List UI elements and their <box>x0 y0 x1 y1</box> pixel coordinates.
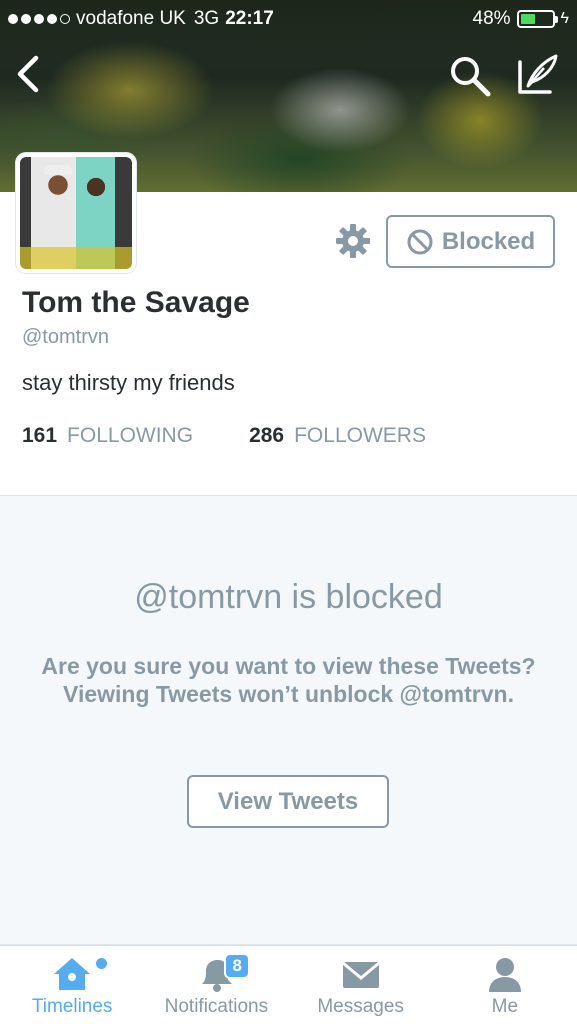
blocked-notice-panel: @tomtrvn is blocked Are you sure you wan… <box>0 495 577 945</box>
battery-percent: 48% <box>472 8 511 29</box>
person-icon <box>488 958 521 992</box>
unread-dot <box>96 958 107 969</box>
battery-icon <box>516 10 558 28</box>
tab-messages[interactable]: Messages <box>289 946 433 1024</box>
blocked-button[interactable]: Blocked <box>386 215 555 268</box>
clock: 22:17 <box>225 8 274 29</box>
tab-label: Timelines <box>31 996 113 1017</box>
blocked-button-label: Blocked <box>441 227 536 255</box>
search-icon[interactable] <box>448 54 492 98</box>
tab-label: Notifications <box>164 996 269 1017</box>
carrier-name: vodafone UK <box>76 8 186 29</box>
compose-icon[interactable] <box>514 52 560 98</box>
tab-notifications[interactable]: 8 Notifications <box>144 946 288 1024</box>
followers-label: FOLLOWERS <box>294 424 426 447</box>
home-icon <box>54 958 91 990</box>
avatar-photo <box>20 157 132 269</box>
charging-icon: ϟ <box>560 10 569 27</box>
notification-badge: 8 <box>224 953 251 979</box>
avatar[interactable] <box>16 153 136 273</box>
tab-label: Messages <box>317 996 404 1017</box>
signal-strength-icon <box>8 14 70 24</box>
following-count: 161 <box>22 424 58 447</box>
followers-stat[interactable]: 286 FOLLOWERS <box>249 424 426 448</box>
tab-label: Me <box>491 996 519 1017</box>
blocked-message: Are you sure you want to view these Twee… <box>41 653 536 707</box>
network-type: 3G <box>193 8 220 29</box>
block-icon <box>407 229 433 254</box>
tab-me[interactable]: Me <box>433 946 577 1024</box>
profile-stats: 161 FOLLOWING 286 FOLLOWERS <box>22 424 426 448</box>
following-stat[interactable]: 161 FOLLOWING <box>22 424 193 448</box>
blocked-title: @tomtrvn is blocked <box>134 578 443 616</box>
back-icon[interactable] <box>12 54 46 94</box>
tab-bar: Timelines 8 Notifications Messages Me <box>0 945 577 1024</box>
envelope-icon <box>341 961 380 988</box>
status-bar: vodafone UK 3G 22:17 48% ϟ <box>0 0 577 38</box>
profile-name: Tom the Savage <box>22 286 250 319</box>
profile-bio: stay thirsty my friends <box>22 370 235 395</box>
profile-handle: @tomtrvn <box>22 326 109 348</box>
following-label: FOLLOWING <box>67 424 194 447</box>
followers-count: 286 <box>249 424 285 447</box>
view-tweets-button[interactable]: View Tweets <box>187 775 389 828</box>
gear-icon[interactable] <box>334 222 372 260</box>
tab-timelines[interactable]: Timelines <box>0 946 144 1024</box>
